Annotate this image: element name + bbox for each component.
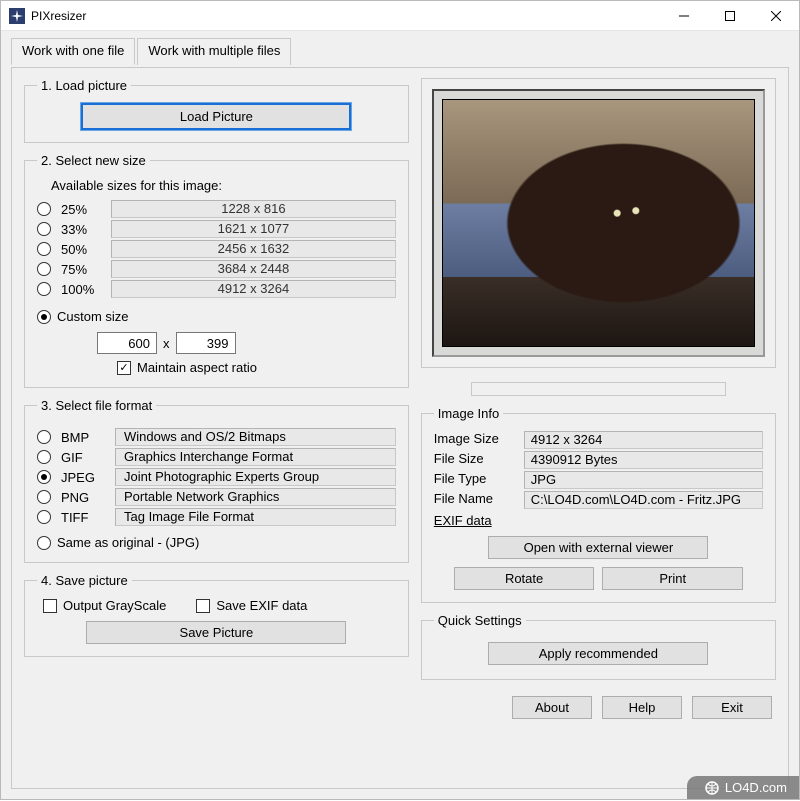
info-label-type: File Type <box>434 471 518 489</box>
tab-page: 1. Load picture Load Picture 2. Select n… <box>11 67 789 789</box>
size-radio-75[interactable] <box>37 262 51 276</box>
tab-multiple-files[interactable]: Work with multiple files <box>137 38 291 65</box>
preview-frame <box>432 89 765 357</box>
grayscale-checkbox[interactable] <box>43 599 57 613</box>
group-save-picture: 4. Save picture Output GrayScale Save EX… <box>24 573 409 657</box>
group-file-format: 3. Select file format BMP Windows and OS… <box>24 398 409 563</box>
format-code: PNG <box>61 490 105 505</box>
info-value-size: 4912 x 3264 <box>524 431 763 449</box>
open-external-button[interactable]: Open with external viewer <box>488 536 708 559</box>
about-button[interactable]: About <box>512 696 592 719</box>
format-radio-same[interactable] <box>37 536 51 550</box>
globe-icon <box>705 781 719 795</box>
exif-data-link[interactable]: EXIF data <box>434 513 492 528</box>
maintain-ratio-label: Maintain aspect ratio <box>137 360 257 375</box>
group-select-size: 2. Select new size Available sizes for t… <box>24 153 409 388</box>
format-options-list: BMP Windows and OS/2 Bitmaps GIF Graphic… <box>37 427 396 527</box>
size-dim-value: 3684 x 2448 <box>111 260 396 278</box>
preview-panel <box>421 78 776 368</box>
info-label-filesize: File Size <box>434 451 518 469</box>
group-format-legend: 3. Select file format <box>37 398 156 413</box>
format-code: GIF <box>61 450 105 465</box>
grayscale-label: Output GrayScale <box>63 598 166 613</box>
group-quick-settings: Quick Settings Apply recommended <box>421 613 776 680</box>
tab-one-file[interactable]: Work with one file <box>11 38 135 65</box>
info-label-name: File Name <box>434 491 518 509</box>
info-label-size: Image Size <box>434 431 518 449</box>
titlebar: PIXresizer <box>1 1 799 31</box>
print-button[interactable]: Print <box>602 567 743 590</box>
info-value-filesize: 4390912 Bytes <box>524 451 763 469</box>
group-quick-legend: Quick Settings <box>434 613 526 628</box>
size-dim-value: 1228 x 816 <box>111 200 396 218</box>
watermark: LO4D.com <box>687 776 799 799</box>
format-radio-png[interactable] <box>37 490 51 504</box>
format-radio-bmp[interactable] <box>37 430 51 444</box>
group-image-info: Image Info Image Size 4912 x 3264 File S… <box>421 406 776 603</box>
save-exif-checkbox[interactable] <box>196 599 210 613</box>
size-radio-25[interactable] <box>37 202 51 216</box>
format-desc: Portable Network Graphics <box>115 488 396 506</box>
close-button[interactable] <box>753 1 799 31</box>
window-title: PIXresizer <box>31 9 661 23</box>
size-radio-custom[interactable] <box>37 310 51 324</box>
custom-x-label: x <box>163 336 170 351</box>
load-picture-button[interactable]: Load Picture <box>81 103 351 130</box>
format-desc: Joint Photographic Experts Group <box>115 468 396 486</box>
save-exif-label: Save EXIF data <box>216 598 307 613</box>
app-icon <box>9 8 25 24</box>
format-code: TIFF <box>61 510 105 525</box>
size-pct-label: 33% <box>61 222 101 237</box>
format-desc: Graphics Interchange Format <box>115 448 396 466</box>
available-sizes-label: Available sizes for this image: <box>51 178 396 193</box>
right-column: Image Info Image Size 4912 x 3264 File S… <box>421 78 776 776</box>
minimize-button[interactable] <box>661 1 707 31</box>
custom-size-label: Custom size <box>57 309 129 324</box>
custom-height-input[interactable] <box>176 332 236 354</box>
custom-width-input[interactable] <box>97 332 157 354</box>
format-radio-tiff[interactable] <box>37 510 51 524</box>
size-dim-value: 1621 x 1077 <box>111 220 396 238</box>
format-radio-gif[interactable] <box>37 450 51 464</box>
apply-recommended-button[interactable]: Apply recommended <box>488 642 708 665</box>
size-dim-value: 2456 x 1632 <box>111 240 396 258</box>
window-controls <box>661 1 799 30</box>
help-button[interactable]: Help <box>602 696 682 719</box>
format-desc: Windows and OS/2 Bitmaps <box>115 428 396 446</box>
save-picture-button[interactable]: Save Picture <box>86 621 346 644</box>
maximize-button[interactable] <box>707 1 753 31</box>
size-dim-value: 4912 x 3264 <box>111 280 396 298</box>
maintain-ratio-checkbox[interactable] <box>117 361 131 375</box>
group-info-legend: Image Info <box>434 406 503 421</box>
group-load-picture: 1. Load picture Load Picture <box>24 78 409 143</box>
client-area: Work with one file Work with multiple fi… <box>1 31 799 799</box>
group-load-legend: 1. Load picture <box>37 78 131 93</box>
size-pct-label: 25% <box>61 202 101 217</box>
watermark-text: LO4D.com <box>725 780 787 795</box>
tabstrip: Work with one file Work with multiple fi… <box>11 37 789 64</box>
size-radio-50[interactable] <box>37 242 51 256</box>
size-radio-33[interactable] <box>37 222 51 236</box>
format-radio-jpeg[interactable] <box>37 470 51 484</box>
left-column: 1. Load picture Load Picture 2. Select n… <box>24 78 409 776</box>
size-pct-label: 50% <box>61 242 101 257</box>
size-pct-label: 100% <box>61 282 101 297</box>
footer-buttons: About Help Exit <box>421 696 776 719</box>
group-size-legend: 2. Select new size <box>37 153 150 168</box>
info-value-type: JPG <box>524 471 763 489</box>
info-value-name: C:\LO4D.com\LO4D.com - Fritz.JPG <box>524 491 763 509</box>
exit-button[interactable]: Exit <box>692 696 772 719</box>
preview-image <box>442 99 755 347</box>
app-window: PIXresizer Work with one file Work with … <box>0 0 800 800</box>
size-radio-100[interactable] <box>37 282 51 296</box>
format-code: JPEG <box>61 470 105 485</box>
format-desc: Tag Image File Format <box>115 508 396 526</box>
group-save-legend: 4. Save picture <box>37 573 132 588</box>
format-same-label: Same as original - (JPG) <box>57 535 199 550</box>
size-pct-label: 75% <box>61 262 101 277</box>
format-code: BMP <box>61 430 105 445</box>
rotate-button[interactable]: Rotate <box>454 567 595 590</box>
size-options-list: 25% 1228 x 816 33% 1621 x 1077 50% 2456 … <box>37 199 396 299</box>
preview-slider[interactable] <box>471 382 726 396</box>
